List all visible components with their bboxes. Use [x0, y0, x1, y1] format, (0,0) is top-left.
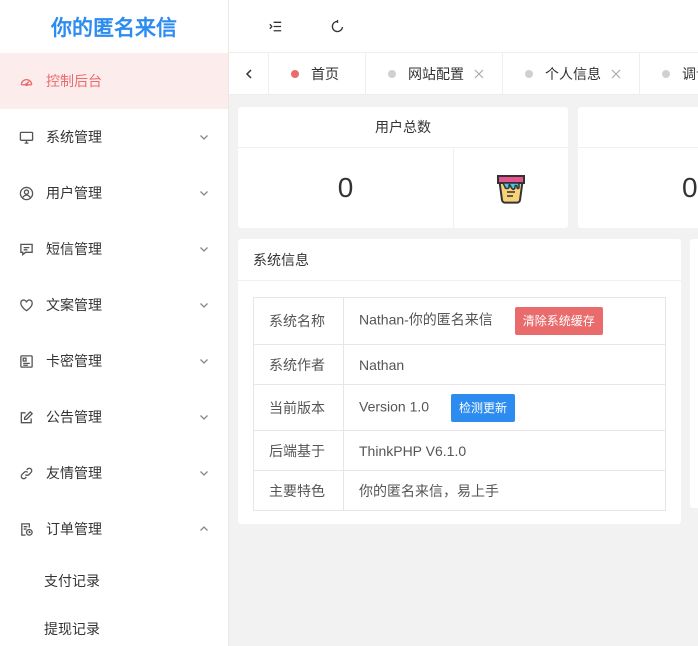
tab-home[interactable]: 首页 [269, 53, 366, 94]
card-title: 系统信息 [238, 239, 681, 281]
stat-title: 用户总数 [238, 107, 568, 148]
sidebar-item-users[interactable]: 用户管理 [0, 165, 228, 221]
row-value: Nathan [343, 344, 666, 385]
sidebar-subitem-payments[interactable]: 支付记录 [0, 557, 228, 605]
system-info-card: 系统信息 系统名称 Nathan-你的匿名来信 清除系统缓存 系统作者 Nath… [238, 239, 681, 524]
tab-label: 网站配置 [408, 65, 464, 82]
top-header [229, 0, 698, 53]
paint-bucket-icon [454, 148, 568, 228]
sidebar-item-label: 系统管理 [46, 129, 102, 145]
sidebar-item-cardkey[interactable]: 卡密管理 [0, 333, 228, 389]
tab-site-config[interactable]: 网站配置 [366, 53, 503, 94]
tab-scroll-left-button[interactable] [229, 53, 269, 94]
row-key: 系统作者 [253, 344, 344, 385]
tab-label: 个人信息 [545, 65, 601, 82]
row-value-cell: Version 1.0 检测更新 [343, 384, 666, 431]
tab-debug[interactable]: 调试模 [640, 53, 698, 94]
row-value: 你的匿名来信，易上手 [343, 470, 666, 511]
sidebar-item-announcement[interactable]: 公告管理 [0, 389, 228, 445]
sidebar-item-label: 控制后台 [46, 73, 102, 89]
chevron-down-icon [200, 415, 208, 420]
heart-icon [18, 297, 34, 313]
sidebar-subitem-withdrawals[interactable]: 提现记录 [0, 605, 228, 646]
card-icon [18, 353, 34, 369]
row-value-cell: Nathan-你的匿名来信 清除系统缓存 [343, 297, 666, 345]
chevron-down-icon [200, 303, 208, 308]
chevron-down-icon [200, 359, 208, 364]
sidebar-item-sms[interactable]: 短信管理 [0, 221, 228, 277]
row-key: 后端基于 [253, 430, 344, 471]
sidebar-item-label: 订单管理 [46, 521, 102, 537]
system-info-table: 系统名称 Nathan-你的匿名来信 清除系统缓存 系统作者 Nathan 当前… [253, 297, 666, 511]
dashboard-icon [18, 73, 34, 89]
sidebar-item-label: 文案管理 [46, 297, 102, 313]
row-value: ThinkPHP V6.1.0 [343, 430, 666, 471]
edit-icon [18, 409, 34, 425]
refresh-icon[interactable] [327, 16, 347, 36]
chevron-down-icon [200, 471, 208, 476]
sidebar-item-label: 公告管理 [46, 409, 102, 425]
stat-value: 0 [238, 148, 454, 228]
tab-bar: 首页 网站配置 个人信息 调试模 [229, 53, 698, 95]
message-icon [18, 241, 34, 257]
right-panel-card [690, 239, 698, 508]
sidebar-item-label: 短信管理 [46, 241, 102, 257]
row-value: Version 1.0 [359, 398, 430, 415]
row-value: Nathan-你的匿名来信 [359, 311, 493, 328]
dot-icon [662, 69, 670, 78]
chevron-up-icon [200, 526, 208, 531]
monitor-icon [18, 129, 34, 145]
chevron-down-icon [200, 135, 208, 140]
chevron-down-icon [200, 191, 208, 196]
indent-icon[interactable] [265, 16, 285, 36]
link-icon [18, 465, 34, 481]
sidebar: 你的匿名来信 控制后台 系统管理 用户管理 短信管理 文案管理 卡密管理 公告管… [0, 0, 229, 646]
tab-profile[interactable]: 个人信息 [503, 53, 640, 94]
check-update-button[interactable]: 检测更新 [450, 393, 515, 422]
sidebar-item-label: 卡密管理 [46, 353, 102, 369]
tab-label: 首页 [311, 65, 339, 82]
sidebar-item-copywriting[interactable]: 文案管理 [0, 277, 228, 333]
user-icon [18, 185, 34, 201]
order-icon [18, 521, 34, 537]
close-icon[interactable] [611, 69, 621, 79]
row-key: 主要特色 [253, 470, 344, 511]
sidebar-item-dashboard[interactable]: 控制后台 [0, 53, 228, 109]
chevron-left-icon [245, 68, 252, 79]
dot-icon [525, 69, 533, 78]
sidebar-item-system[interactable]: 系统管理 [0, 109, 228, 165]
row-key: 系统名称 [253, 297, 344, 345]
tab-label: 调试模 [682, 65, 698, 82]
chevron-down-icon [200, 247, 208, 252]
dot-icon [388, 69, 396, 78]
table-row: 当前版本 Version 1.0 检测更新 [253, 384, 666, 431]
active-dot-icon [291, 69, 299, 78]
sidebar-item-friendlinks[interactable]: 友情管理 [0, 445, 228, 501]
user-count-card: 用户总数 0 [238, 107, 568, 228]
clear-cache-button[interactable]: 清除系统缓存 [514, 307, 603, 335]
sidebar-item-label: 用户管理 [46, 185, 102, 201]
table-row: 主要特色 你的匿名来信，易上手 [253, 470, 666, 511]
table-row: 系统名称 Nathan-你的匿名来信 清除系统缓存 [253, 297, 666, 345]
row-key: 当前版本 [253, 384, 344, 431]
sidebar-item-label: 友情管理 [46, 465, 102, 481]
stat-title [578, 107, 698, 148]
app-logo-title[interactable]: 你的匿名来信 [0, 0, 228, 53]
table-row: 后端基于 ThinkPHP V6.1.0 [253, 430, 666, 471]
second-stat-card: 0 [578, 107, 698, 228]
sidebar-item-orders[interactable]: 订单管理 [0, 501, 228, 557]
table-row: 系统作者 Nathan [253, 344, 666, 385]
stat-value: 0 [682, 172, 698, 203]
close-icon[interactable] [474, 69, 484, 79]
